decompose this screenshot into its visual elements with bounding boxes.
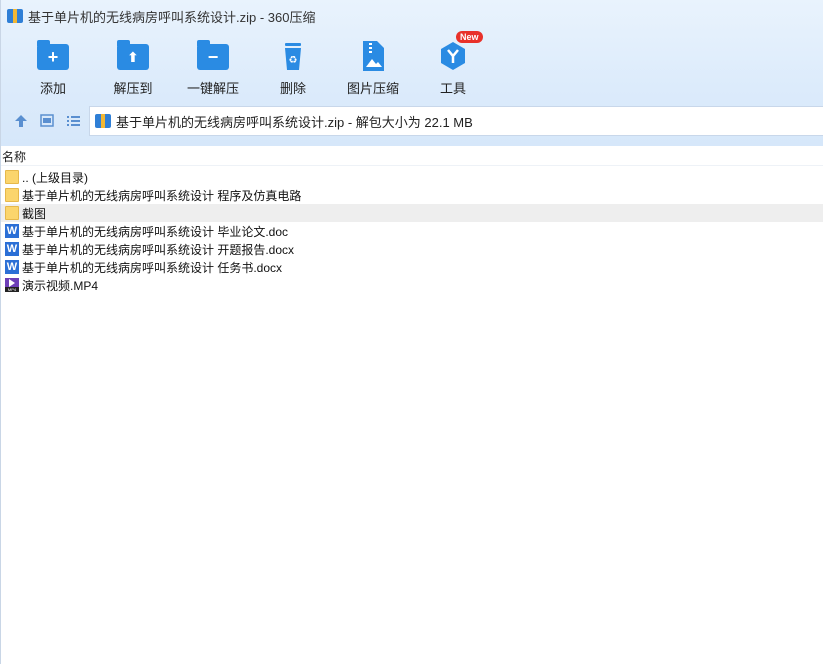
navigation-row: 基于单片机的无线病房呼叫系统设计.zip - 解包大小为 22.1 MB [1, 106, 823, 136]
file-name: 基于单片机的无线病房呼叫系统设计 毕业论文.doc [22, 224, 289, 239]
image-compress-icon [357, 40, 389, 71]
list-view-icon[interactable] [64, 112, 82, 130]
tools-button-label: 工具 [439, 81, 466, 96]
delete-button-label: 删除 [279, 81, 306, 96]
header-region: 基于单片机的无线病房呼叫系统设计.zip - 360压缩 + 添加 ⬆ 解压到 … [1, 0, 823, 146]
toolbar: + 添加 ⬆ 解压到 − 一键解压 ♻ 删除 图片压缩 New 工具 [1, 31, 823, 98]
new-badge: New [456, 31, 483, 43]
word-doc-icon: W [5, 224, 19, 238]
add-folder-icon: + [37, 40, 69, 70]
file-row[interactable]: 基于单片机的无线病房呼叫系统设计 程序及仿真电路 [1, 186, 823, 204]
file-row[interactable]: MP4 演示视频.MP4 [1, 276, 823, 294]
file-row-selected[interactable]: 截图 [1, 204, 823, 222]
column-header[interactable]: 名称 [1, 146, 823, 166]
word-doc-icon: W [5, 260, 19, 274]
extract-to-button[interactable]: ⬆ 解压到 [93, 36, 173, 98]
word-doc-icon: W [5, 242, 19, 256]
one-click-extract-button-label: 一键解压 [186, 81, 239, 96]
recycle-bin-icon: ♻ [277, 40, 309, 70]
add-button-label: 添加 [39, 81, 66, 96]
one-click-extract-button[interactable]: − 一键解压 [173, 36, 253, 98]
address-bar[interactable]: 基于单片机的无线病房呼叫系统设计.zip - 解包大小为 22.1 MB [89, 106, 823, 136]
image-compress-button[interactable]: 图片压缩 [333, 36, 413, 98]
folder-icon [5, 188, 19, 202]
tools-button[interactable]: New 工具 [413, 31, 493, 98]
file-name: 截图 [22, 206, 47, 221]
delete-button[interactable]: ♻ 删除 [253, 36, 333, 98]
file-row[interactable]: W 基于单片机的无线病房呼叫系统设计 开题报告.docx [1, 240, 823, 258]
extract-to-icon: ⬆ [117, 40, 149, 70]
tools-icon [437, 40, 469, 70]
file-row[interactable]: W 基于单片机的无线病房呼叫系统设计 毕业论文.doc [1, 222, 823, 240]
folder-icon [5, 206, 19, 220]
file-name: 基于单片机的无线病房呼叫系统设计 开题报告.docx [22, 242, 295, 257]
file-row-parent-dir[interactable]: .. (上级目录) [1, 168, 823, 186]
video-file-icon: MP4 [5, 278, 19, 292]
up-arrow-icon[interactable] [12, 112, 30, 130]
folder-icon [5, 170, 19, 184]
file-name: 演示视频.MP4 [22, 278, 99, 293]
file-name: .. (上级目录) [22, 170, 88, 185]
title-bar: 基于单片机的无线病房呼叫系统设计.zip - 360压缩 [1, 0, 823, 32]
file-name: 基于单片机的无线病房呼叫系统设计 任务书.docx [22, 260, 283, 275]
file-name: 基于单片机的无线病房呼叫系统设计 程序及仿真电路 [22, 188, 302, 203]
extract-to-button-label: 解压到 [113, 81, 153, 96]
file-row[interactable]: W 基于单片机的无线病房呼叫系统设计 任务书.docx [1, 258, 823, 276]
image-compress-button-label: 图片压缩 [346, 81, 399, 96]
svg-text:♻: ♻ [289, 55, 298, 66]
one-click-extract-icon: − [197, 40, 229, 70]
app-logo-icon [7, 8, 23, 24]
add-button[interactable]: + 添加 [13, 36, 93, 98]
column-header-name: 名称 [2, 150, 27, 164]
address-text: 基于单片机的无线病房呼叫系统设计.zip - 解包大小为 22.1 MB [116, 114, 473, 130]
detail-view-icon[interactable] [38, 112, 56, 130]
window-title: 基于单片机的无线病房呼叫系统设计.zip - 360压缩 [28, 9, 316, 25]
zip-file-icon [95, 113, 111, 129]
app-window: 基于单片机的无线病房呼叫系统设计.zip - 360压缩 + 添加 ⬆ 解压到 … [0, 0, 823, 664]
